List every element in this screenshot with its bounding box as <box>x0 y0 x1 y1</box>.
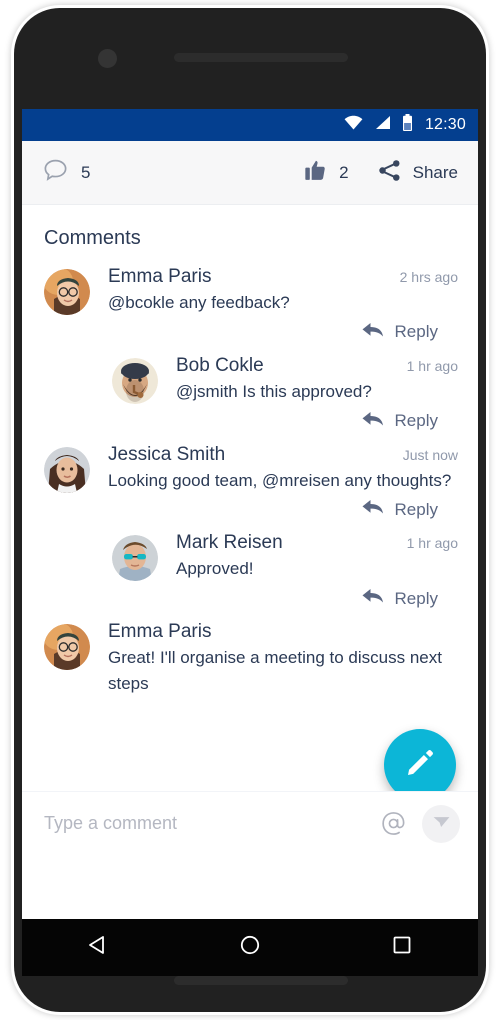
comment-timestamp: 1 hr ago <box>406 535 458 552</box>
reply-label: Reply <box>394 411 438 431</box>
comment-bubble-icon <box>42 157 69 189</box>
comment-timestamp: 2 hrs ago <box>399 269 458 285</box>
send-button[interactable] <box>422 804 460 843</box>
emma-paris-avatar[interactable] <box>44 269 90 315</box>
status-bar-clock: 12:30 <box>424 116 466 133</box>
android-navigation-bar <box>22 919 478 976</box>
phone-device-frame: 12:30 5 2 Share Comments Emma Paris 2 hr… <box>14 8 486 1012</box>
wifi-icon <box>344 115 363 135</box>
comment-text: @bcokle any feedback? <box>108 293 290 312</box>
comment-item[interactable]: Emma Paris Great! I'll organise a meetin… <box>22 611 478 697</box>
comment-author: Mark Reisen <box>176 532 283 554</box>
back-button[interactable] <box>72 925 124 971</box>
share-nodes-icon <box>377 158 402 188</box>
post-action-bar: 5 2 Share <box>22 141 478 205</box>
reply-button[interactable]: Reply <box>44 314 458 345</box>
earpiece-speaker <box>174 53 348 62</box>
reply-button[interactable]: Reply <box>112 403 458 434</box>
reply-arrow-icon <box>361 409 385 434</box>
like-button[interactable]: 2 <box>302 158 349 188</box>
comment-text: Looking good team, @mreisen any thoughts… <box>108 470 452 490</box>
comment-input[interactable] <box>44 813 378 834</box>
phone-screen: 12:30 5 2 Share Comments Emma Paris 2 hr… <box>22 109 478 919</box>
comment-author: Emma Paris <box>108 266 212 287</box>
comment-author: Jessica Smith <box>108 443 226 465</box>
comment-item[interactable]: Emma Paris 2 hrs ago @bcokle any feedbac… <box>22 256 478 345</box>
comment-text: @jsmith Is this approved? <box>176 381 372 401</box>
cellular-signal-icon <box>374 115 391 135</box>
reply-arrow-icon <box>361 497 385 522</box>
comment-count-label: 5 <box>81 162 91 182</box>
reply-arrow-icon <box>361 320 385 345</box>
bottom-speaker-slot <box>174 976 348 985</box>
comment-timestamp: Just now <box>402 446 458 463</box>
home-button[interactable] <box>224 925 276 971</box>
comment-item[interactable]: Bob Cokle 1 hr ago @jsmith Is this appro… <box>22 345 478 434</box>
reply-label: Reply <box>394 499 438 519</box>
reply-button[interactable]: Reply <box>44 491 458 522</box>
bob-cokle-avatar[interactable] <box>112 357 158 404</box>
reply-label: Reply <box>394 322 438 342</box>
pencil-icon <box>404 747 436 784</box>
reply-button[interactable]: Reply <box>112 580 458 611</box>
comment-item[interactable]: Jessica Smith Just now Looking good team… <box>22 434 478 523</box>
comments-scroll-area[interactable]: Comments Emma Paris 2 hrs ago @bcokle an… <box>22 205 478 855</box>
emma-paris-avatar[interactable] <box>44 624 90 671</box>
comment-item[interactable]: Mark Reisen 1 hr ago Approved! Reply <box>22 522 478 611</box>
back-triangle-icon <box>86 933 110 962</box>
send-paper-plane-icon <box>432 812 451 836</box>
status-bar: 12:30 <box>22 109 478 141</box>
home-circle-icon <box>238 933 262 962</box>
thumbs-up-icon <box>302 158 327 188</box>
mark-reisen-avatar[interactable] <box>112 535 158 582</box>
battery-icon <box>402 114 413 136</box>
share-button[interactable]: Share <box>377 158 458 188</box>
recents-square-icon <box>390 933 414 962</box>
comment-author: Emma Paris <box>108 621 212 643</box>
recents-button[interactable] <box>376 925 428 971</box>
comment-timestamp: 1 hr ago <box>406 357 458 374</box>
comment-input-bar <box>22 791 478 855</box>
like-count-label: 2 <box>339 162 349 182</box>
at-mention-icon[interactable] <box>378 809 408 839</box>
comment-author: Bob Cokle <box>176 354 264 376</box>
comments-heading: Comments <box>44 227 141 249</box>
comment-count-button[interactable]: 5 <box>42 157 90 189</box>
reply-arrow-icon <box>361 586 385 611</box>
share-label: Share <box>412 162 458 182</box>
front-camera-icon <box>98 49 117 68</box>
reply-label: Reply <box>394 588 438 608</box>
comment-text: Great! I'll organise a meeting to discus… <box>108 648 442 694</box>
jessica-smith-avatar[interactable] <box>44 446 90 493</box>
comment-text: Approved! <box>176 559 254 579</box>
